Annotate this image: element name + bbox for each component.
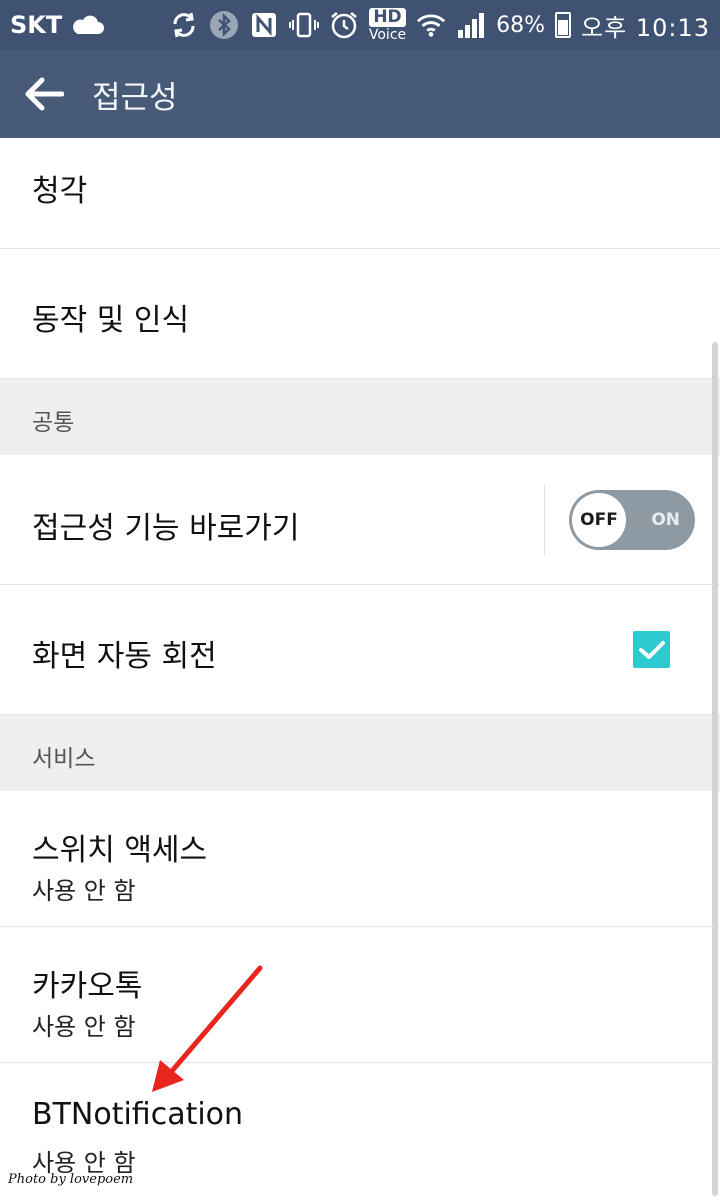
- list-item-auto-rotate[interactable]: 화면 자동 회전: [0, 585, 720, 715]
- list-item-kakaotalk[interactable]: 카카오톡 사용 안 함: [0, 927, 720, 1063]
- divider: [544, 484, 545, 556]
- list-item-status: 사용 안 함: [32, 877, 136, 905]
- scrollbar[interactable]: [712, 342, 718, 1196]
- signal-icon: [456, 10, 486, 40]
- list-item-hearing[interactable]: 청각: [0, 138, 720, 249]
- list-item-title: 화면 자동 회전: [32, 639, 217, 674]
- vibrate-icon: [288, 10, 319, 40]
- nfc-icon: [249, 10, 279, 40]
- alarm-icon: [329, 10, 359, 40]
- list-item-motion[interactable]: 동작 및 인식: [0, 249, 720, 379]
- list-item-title: 청각: [32, 174, 88, 209]
- battery-icon: [555, 12, 572, 38]
- carrier-label: SKT: [10, 11, 63, 39]
- list-item-title: 스위치 액세스: [32, 833, 208, 868]
- sync-icon: [169, 10, 199, 40]
- photo-watermark: Photo by lovepoem: [8, 1172, 134, 1187]
- clock: 오후 10:13: [581, 13, 710, 42]
- status-bar: SKT HD Voice 68% 오후 10:13: [0, 0, 720, 50]
- list-item-title: BTNotification: [32, 1097, 244, 1132]
- section-label: 서비스: [32, 746, 96, 772]
- list-item-switch-access[interactable]: 스위치 액세스 사용 안 함: [0, 791, 720, 927]
- check-icon: [638, 640, 665, 659]
- bluetooth-icon: [209, 10, 239, 40]
- shortcut-toggle[interactable]: OFF ON: [569, 490, 695, 550]
- back-button[interactable]: [22, 72, 66, 116]
- section-header-services: 서비스: [0, 715, 720, 791]
- cloud-icon: [73, 15, 105, 34]
- list-item-title: 동작 및 인식: [32, 303, 190, 338]
- list-item-accessibility-shortcut[interactable]: 접근성 기능 바로가기 OFF ON: [0, 455, 720, 585]
- list-item-title: 접근성 기능 바로가기: [32, 511, 300, 546]
- list-item-title: 카카오톡: [32, 969, 143, 1004]
- auto-rotate-checkbox[interactable]: [633, 631, 670, 668]
- list-item-status: 사용 안 함: [32, 1013, 136, 1041]
- toggle-on-label: ON: [651, 510, 680, 530]
- hd-voice-icon: HD Voice: [368, 7, 407, 43]
- toggle-off-label: OFF: [572, 493, 626, 547]
- section-header-common: 공통: [0, 379, 720, 455]
- page-title: 접근성: [92, 79, 178, 116]
- wifi-icon: [416, 10, 446, 40]
- arrow-back-icon: [25, 77, 64, 111]
- battery-percent: 68%: [496, 12, 546, 38]
- section-label: 공통: [32, 410, 75, 436]
- settings-list: 청각 동작 및 인식 공통 접근성 기능 바로가기 OFF ON 화면 자동 회…: [0, 138, 720, 1203]
- app-bar: 접근성: [0, 50, 720, 138]
